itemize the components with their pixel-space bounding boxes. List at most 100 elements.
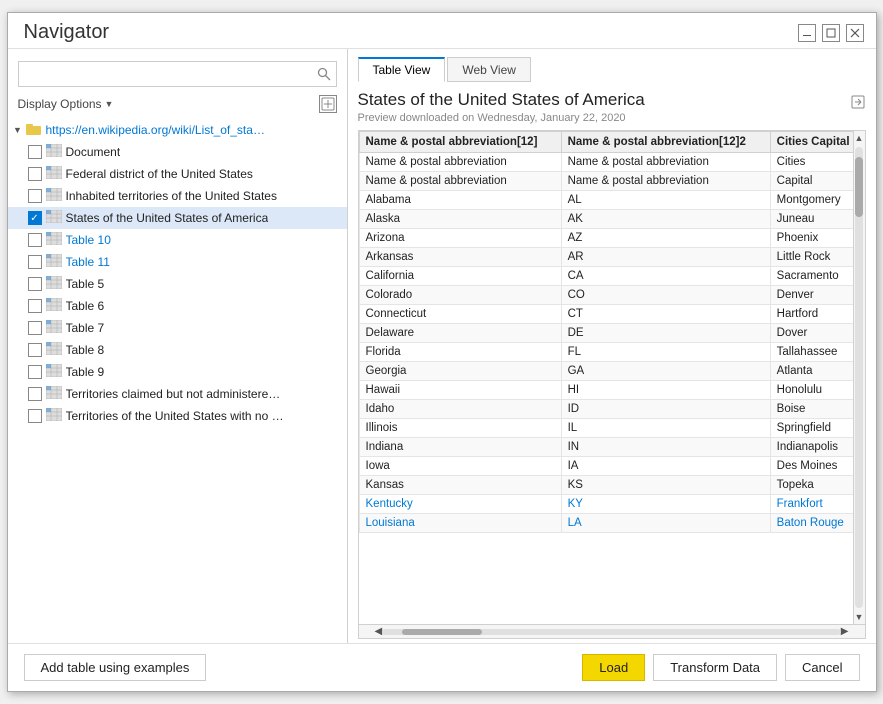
tree-item[interactable]: Inhabited territories of the United Stat… — [8, 185, 347, 207]
table-icon — [46, 408, 62, 424]
table-cell: IA — [561, 457, 770, 476]
table-cell: HI — [561, 381, 770, 400]
add-table-icon[interactable] — [319, 95, 337, 113]
table-row: Name & postal abbreviationName & postal … — [359, 153, 864, 172]
table-row: IllinoisILSpringfield — [359, 419, 864, 438]
display-options-row: Display Options ▼ — [8, 93, 347, 119]
tree-checkbox[interactable] — [28, 211, 42, 225]
table-cell: Tallahassee — [770, 343, 864, 362]
table-cell: Phoenix — [770, 229, 864, 248]
table-row: AlaskaAKJuneau — [359, 210, 864, 229]
scroll-down-icon[interactable]: ▼ — [855, 610, 864, 624]
table-cell: GA — [561, 362, 770, 381]
tree-item[interactable]: Federal district of the United States — [8, 163, 347, 185]
table-cell: Louisiana — [359, 514, 561, 533]
table-cell: CT — [561, 305, 770, 324]
tree-root-item[interactable]: ▼ https://en.wikipedia.org/wiki/List_of_… — [8, 119, 347, 141]
table-container: Name & postal abbreviation[12] Name & po… — [358, 130, 866, 639]
table-cell: Iowa — [359, 457, 561, 476]
table-cell: Capital — [770, 172, 864, 191]
scroll-v-thumb[interactable] — [855, 157, 863, 217]
tree-checkbox[interactable] — [28, 321, 42, 335]
tab-table-view[interactable]: Table View — [358, 57, 446, 82]
table-cell: Sacramento — [770, 267, 864, 286]
table-row: ArizonaAZPhoenix — [359, 229, 864, 248]
load-button[interactable]: Load — [582, 654, 645, 681]
table-cell: Frankfort — [770, 495, 864, 514]
footer: Add table using examples Load Transform … — [8, 643, 876, 691]
tree-root-label: https://en.wikipedia.org/wiki/List_of_st… — [46, 123, 266, 137]
minimize-button[interactable] — [798, 24, 816, 42]
table-cell: Juneau — [770, 210, 864, 229]
tree-item[interactable]: States of the United States of America — [8, 207, 347, 229]
tree-item[interactable]: Table 7 — [8, 317, 347, 339]
tree-item[interactable]: Table 10 — [8, 229, 347, 251]
table-cell: CA — [561, 267, 770, 286]
tree-item-label: Table 8 — [66, 343, 105, 357]
tree-item-label: Territories claimed but not administered… — [66, 387, 286, 401]
tree-area: ▼ https://en.wikipedia.org/wiki/List_of_… — [8, 119, 347, 635]
vertical-scrollbar[interactable]: ▲ ▼ — [853, 131, 865, 624]
tree-checkbox[interactable] — [28, 343, 42, 357]
search-input[interactable] — [19, 67, 312, 81]
export-icon[interactable] — [850, 94, 866, 113]
tree-checkbox[interactable] — [28, 409, 42, 423]
table-cell: Honolulu — [770, 381, 864, 400]
add-example-button[interactable]: Add table using examples — [24, 654, 207, 681]
table-icon — [46, 254, 62, 270]
tab-web-view[interactable]: Web View — [447, 57, 531, 82]
tree-checkbox[interactable] — [28, 299, 42, 313]
table-row: CaliforniaCASacramento — [359, 267, 864, 286]
table-scroll-area[interactable]: Name & postal abbreviation[12] Name & po… — [359, 131, 865, 624]
preview-subtitle: Preview downloaded on Wednesday, January… — [358, 112, 645, 124]
table-cell: Boise — [770, 400, 864, 419]
scroll-left-icon[interactable]: ◀ — [375, 626, 383, 637]
table-body: Name & postal abbreviationName & postal … — [359, 153, 864, 533]
scroll-right-icon[interactable]: ▶ — [841, 626, 849, 637]
tree-item[interactable]: Table 5 — [8, 273, 347, 295]
tree-checkbox[interactable] — [28, 167, 42, 181]
table-cell: Alaska — [359, 210, 561, 229]
table-cell: Connecticut — [359, 305, 561, 324]
tree-item[interactable]: Territories of the United States with no… — [8, 405, 347, 427]
table-cell: Hartford — [770, 305, 864, 324]
table-cell: Topeka — [770, 476, 864, 495]
tree-checkbox[interactable] — [28, 387, 42, 401]
tree-item[interactable]: Table 9 — [8, 361, 347, 383]
maximize-button[interactable] — [822, 24, 840, 42]
scroll-h-thumb[interactable] — [402, 629, 482, 635]
tree-item-label: Table 6 — [66, 299, 105, 313]
table-row: GeorgiaGAAtlanta — [359, 362, 864, 381]
dialog-title: Navigator — [24, 21, 110, 44]
table-row: ColoradoCODenver — [359, 286, 864, 305]
tree-checkbox[interactable] — [28, 277, 42, 291]
tree-item[interactable]: Territories claimed but not administered… — [8, 383, 347, 405]
tree-item[interactable]: Document — [8, 141, 347, 163]
cancel-button[interactable]: Cancel — [785, 654, 859, 681]
tree-item-label: Federal district of the United States — [66, 167, 253, 181]
tree-item[interactable]: Table 11 — [8, 251, 347, 273]
table-cell: Denver — [770, 286, 864, 305]
tree-checkbox[interactable] — [28, 145, 42, 159]
tree-item[interactable]: Table 6 — [8, 295, 347, 317]
tree-checkbox[interactable] — [28, 233, 42, 247]
table-cell: Idaho — [359, 400, 561, 419]
scroll-up-icon[interactable]: ▲ — [855, 131, 864, 145]
tree-item-label: Table 5 — [66, 277, 105, 291]
table-cell: Indianapolis — [770, 438, 864, 457]
tree-item[interactable]: Table 8 — [8, 339, 347, 361]
horizontal-scrollbar[interactable]: ◀ ▶ — [359, 624, 865, 638]
table-cell: Cities — [770, 153, 864, 172]
chevron-down-icon: ▼ — [105, 99, 114, 109]
tree-item-label: Table 9 — [66, 365, 105, 379]
close-button[interactable] — [846, 24, 864, 42]
table-icon — [46, 232, 62, 248]
display-options-button[interactable]: Display Options ▼ — [18, 97, 114, 111]
table-icon — [46, 166, 62, 182]
tree-checkbox[interactable] — [28, 255, 42, 269]
tree-checkbox[interactable] — [28, 189, 42, 203]
title-bar-controls — [798, 24, 864, 42]
tree-checkbox[interactable] — [28, 365, 42, 379]
tree-item-label: Table 10 — [66, 233, 111, 247]
transform-data-button[interactable]: Transform Data — [653, 654, 777, 681]
